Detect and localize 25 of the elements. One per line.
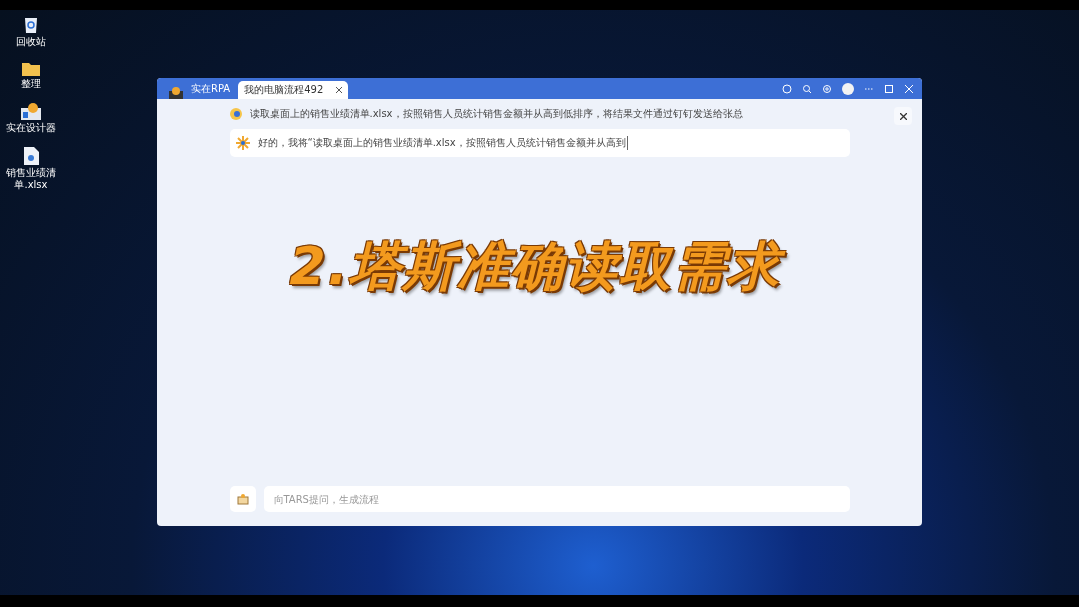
reply-message: 好的，我将“读取桌面上的销售业绩清单.xlsx，按照销售人员统计销售金额并从高到 — [257, 136, 628, 150]
caption-overlay: 2.塔斯准确读取需求 — [279, 227, 800, 311]
avatar-icon[interactable] — [842, 82, 854, 95]
desktop-icon-label[interactable]: 销售业绩清单.xlsx — [1, 166, 61, 192]
desktop-icon-label[interactable]: 整理 — [1, 77, 61, 90]
app-logo-icon — [169, 87, 183, 99]
search-icon[interactable] — [802, 83, 812, 94]
folder-icon — [22, 60, 40, 76]
settings-icon[interactable] — [822, 83, 832, 94]
spreadsheet-file-icon — [23, 146, 39, 165]
recycle-bin-icon — [23, 16, 39, 34]
app-icon — [21, 102, 41, 120]
tab[interactable]: 我的电脑流程492 — [238, 81, 349, 99]
maximize-icon[interactable] — [884, 83, 894, 94]
close-button[interactable] — [894, 107, 912, 125]
prompt-input-field[interactable]: 向TARS提问，生成流程 — [263, 486, 850, 512]
close-icon[interactable] — [904, 83, 914, 94]
app-name: 实在RPA — [191, 81, 231, 96]
desktop-icon-label[interactable]: 回收站 — [1, 36, 61, 49]
user-avatar-icon — [229, 108, 242, 120]
close-tab-icon[interactable] — [336, 87, 343, 93]
sparkle-icon — [235, 136, 250, 150]
request-message: 读取桌面上的销售业绩清单.xlsx，按照销售人员统计销售金额并从高到低排序，将结果文件通过钉钉发送给张总 — [249, 107, 743, 121]
close-icon — [899, 112, 907, 120]
desktop-icon-label[interactable]: 实在设计器 — [1, 122, 61, 135]
